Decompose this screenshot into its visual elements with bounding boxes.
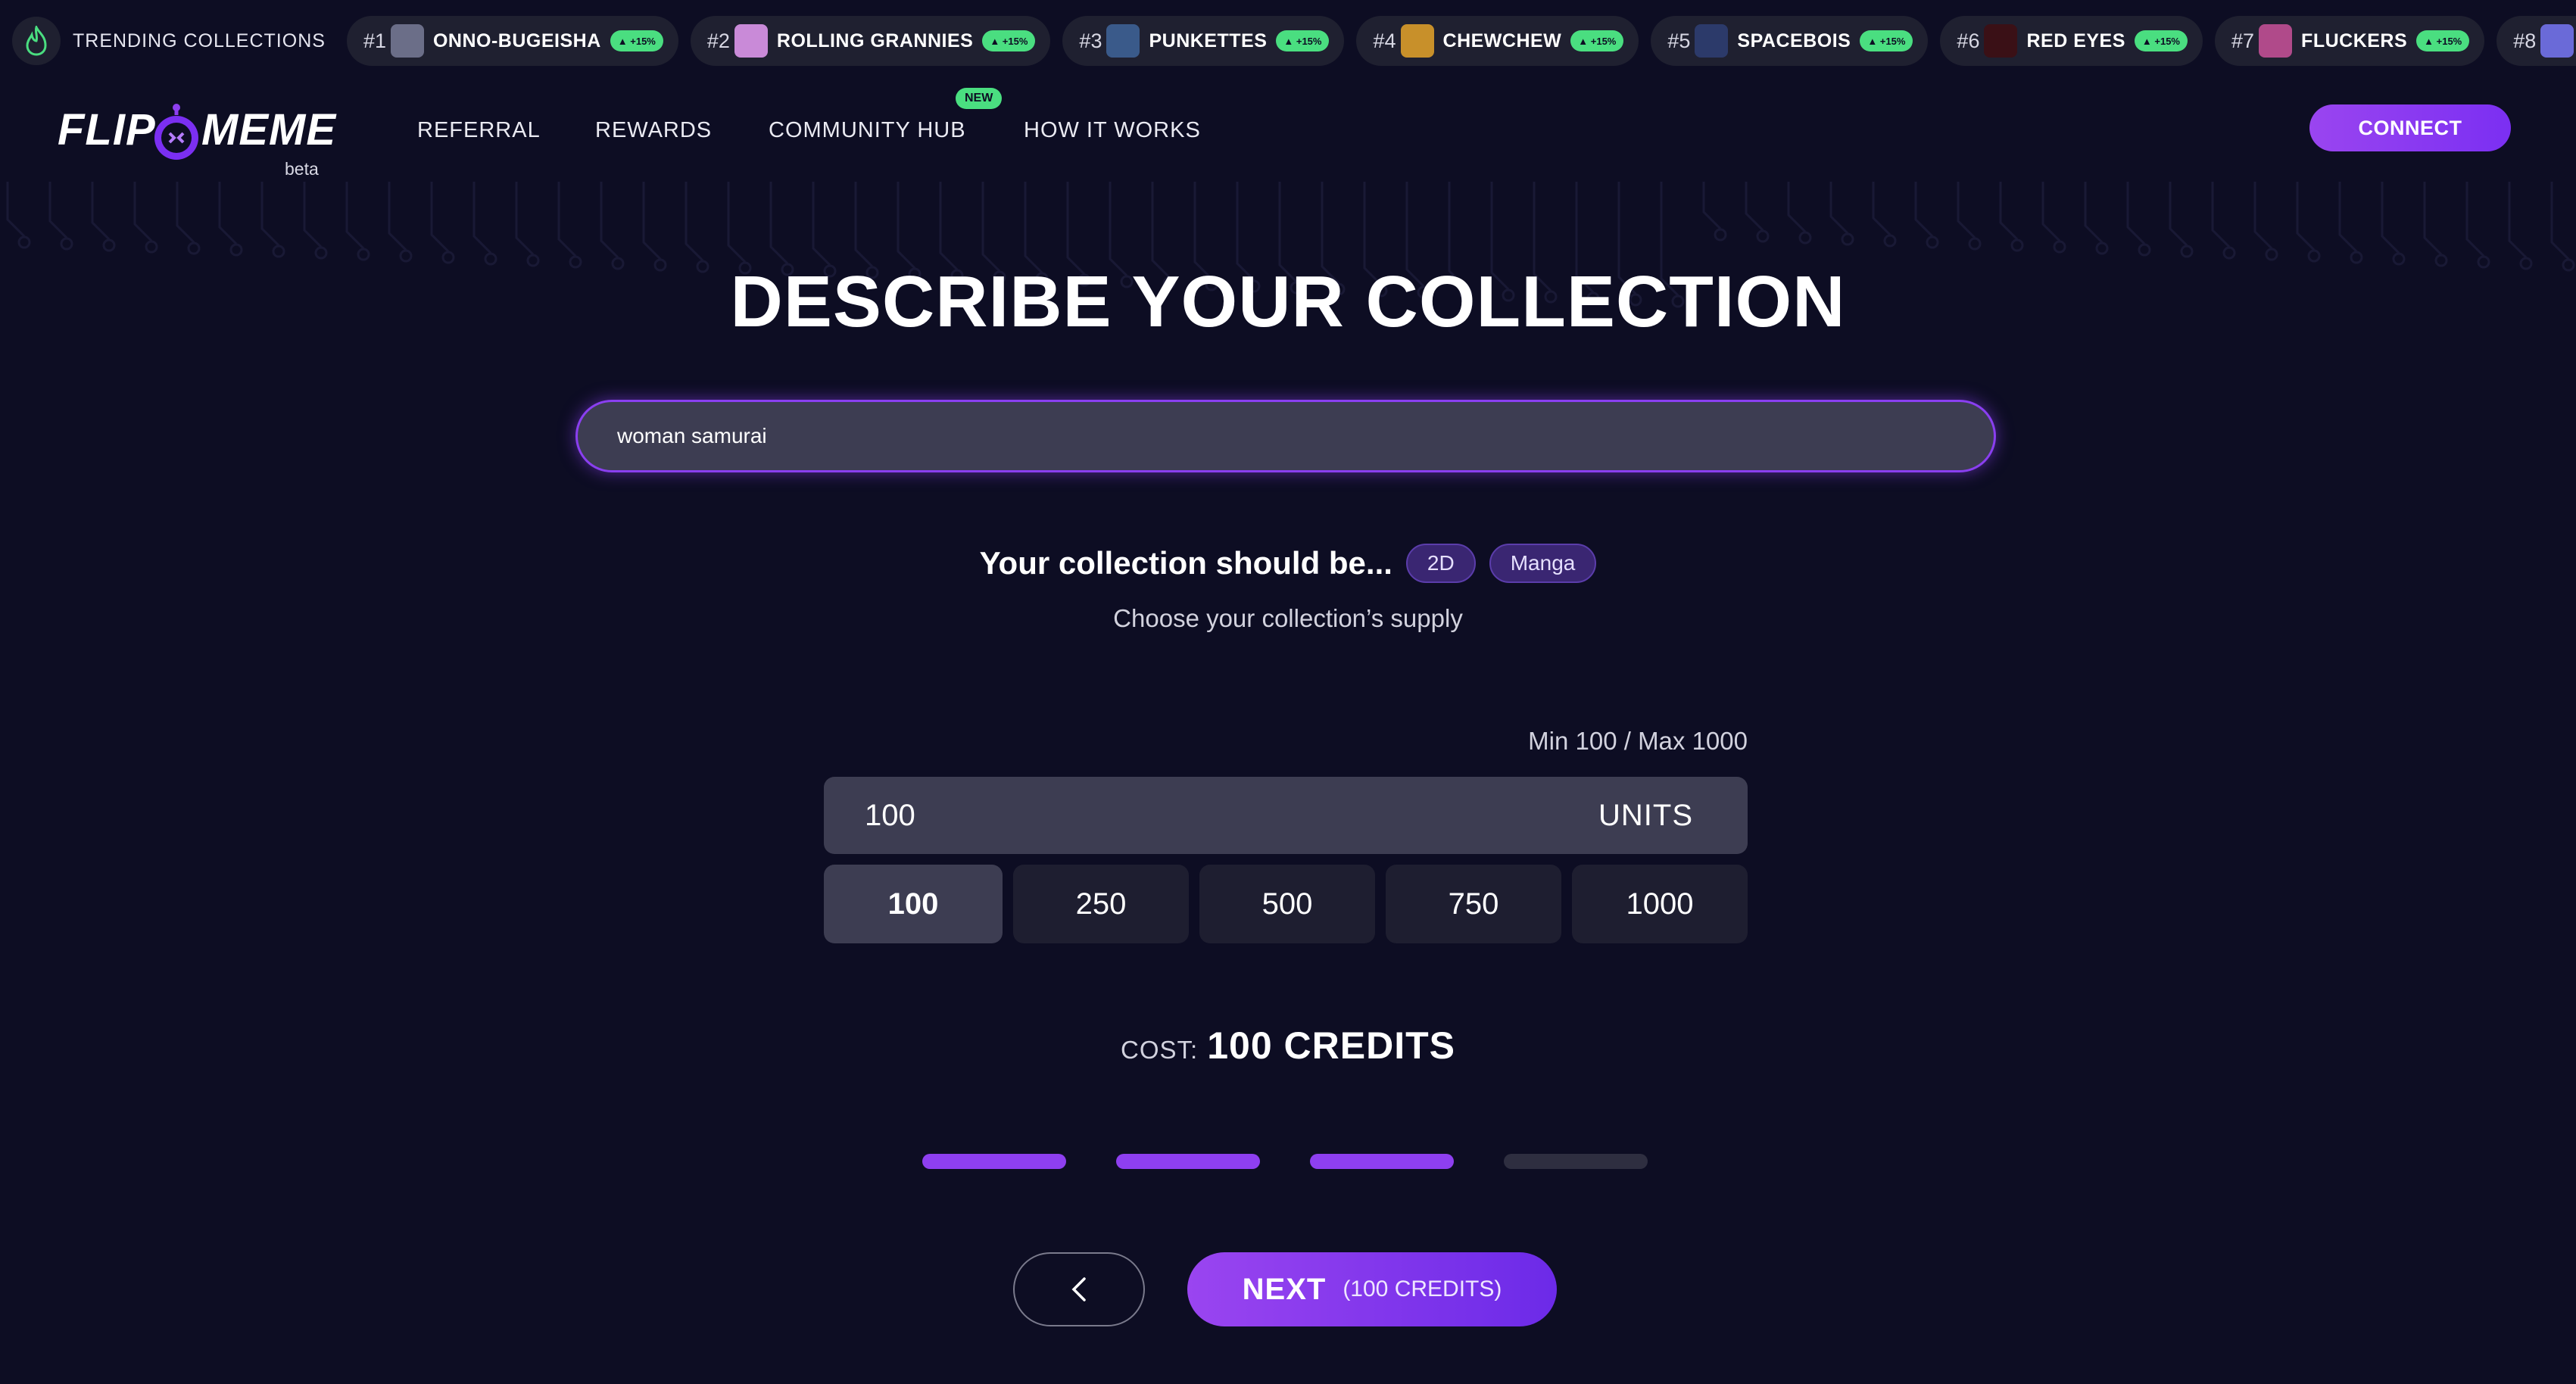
supply-option-100[interactable]: 100 [824,865,1003,943]
collection-thumbnail [1984,24,2018,58]
supply-option-750[interactable]: 750 [1386,865,1561,943]
trending-rank: #8 [2513,29,2537,52]
trending-bar: TRENDING COLLECTIONS #1 ONNO-BUGEISHA ▲ +1… [0,0,2576,82]
collection-thumbnail [2259,24,2293,58]
trending-item[interactable]: #2 ROLLING GRANNIES ▲ +15% [690,16,1051,66]
trending-rank: #7 [2231,29,2255,52]
nav-how-it-works[interactable]: HOW IT WORKS [1024,118,1201,143]
trending-name: SPACEBOIS [1737,30,1851,51]
flame-icon [12,17,61,65]
collection-style-row: Your collection should be... 2D Manga [0,544,2576,583]
supply-option-250[interactable]: 250 [1013,865,1189,943]
trending-item[interactable]: #6 RED EYES ▲ +15% [1940,16,2203,66]
supply-min-max: Min 100 / Max 1000 [1528,727,1748,755]
connect-button[interactable]: CONNECT [2309,104,2511,151]
step-indicator [1116,1154,1260,1169]
trending-name: ONNO-BUGEISHA [432,30,601,51]
collection-thumbnail [1106,24,1140,58]
trending-name: PUNKETTES [1149,30,1268,51]
step-indicator [1504,1154,1648,1169]
trending-name: CHEWCHEW [1442,30,1562,51]
trending-change-badge: ▲ +15% [1570,30,1624,51]
units-value: 100 [865,798,915,832]
trending-change-badge: ▲ +15% [610,30,663,51]
trending-item[interactable]: #1 ONNO-BUGEISHA ▲ +15% [346,16,678,66]
logo-text-left: FLIP [58,105,156,154]
trending-name: FLUCKERS [2301,30,2408,51]
collection-thumbnail [390,24,424,58]
supply-options: 100 250 500 750 1000 [824,865,1748,943]
collection-thumbnail [734,24,768,58]
style-tag-2d[interactable]: 2D [1405,544,1476,583]
trending-name: ROLLING GRANNIES [776,30,974,51]
trending-change-badge: ▲ +15% [982,30,1036,51]
nav-rewards[interactable]: REWARDS [595,118,712,143]
next-button[interactable]: NEXT (100 CREDITS) [1187,1252,1557,1326]
trending-rank: #2 [706,29,730,52]
trending-change-badge: ▲ +15% [1860,30,1913,51]
step-indicator [1310,1154,1454,1169]
trending-item[interactable]: #8SPAC [2496,16,2576,66]
flipmeme-logo[interactable]: FLIP MEME beta [58,104,335,179]
collection-description-input[interactable] [575,400,1996,472]
trending-rank: #3 [1079,29,1102,52]
step-indicator [922,1154,1066,1169]
collection-thumbnail [1695,24,1729,58]
collection-should-be-label: Your collection should be... [979,545,1392,581]
site-header: FLIP MEME beta REFERRAL REWARDS COMMUNIT… [0,83,2576,182]
trending-item[interactable]: #7 FLUCKERS ▲ +15% [2215,16,2485,66]
logo-text-right: MEME [201,105,336,154]
next-label: NEXT [1242,1272,1327,1306]
back-button[interactable] [1013,1252,1145,1326]
step-progress [922,1154,1648,1169]
style-tag-manga[interactable]: Manga [1489,544,1597,583]
supply-units-input[interactable]: 100 UNITS [824,777,1748,854]
trending-rank: #4 [1373,29,1396,52]
cost-label: COST: [1121,1036,1199,1064]
collection-thumbnail [1400,24,1434,58]
trending-rank: #1 [363,29,386,52]
supply-option-1000[interactable]: 1000 [1572,865,1748,943]
page-title: DESCRIBE YOUR COLLECTION [730,261,1846,342]
cost-value: 100 CREDITS [1207,1024,1455,1067]
robot-face-icon [154,104,198,160]
next-credits: (100 CREDITS) [1343,1276,1502,1301]
trending-list: #1 ONNO-BUGEISHA ▲ +15% #2 ROLLING GRANNIES ▲… [346,16,2576,66]
trending-title: TRENDING COLLECTIONS [73,30,326,51]
trending-change-badge: ▲ +15% [2416,30,2470,51]
trending-item[interactable]: #4 CHEWCHEW ▲ +15% [1356,16,1639,66]
new-badge: NEW [956,88,1003,109]
trending-change-badge: ▲ +15% [1276,30,1330,51]
trending-rank: #6 [1957,29,1980,52]
trending-item[interactable]: #5 SPACEBOIS ▲ +15% [1651,16,1929,66]
supply-option-500[interactable]: 500 [1199,865,1375,943]
collection-thumbnail [2540,24,2574,58]
units-label: UNITS [1598,798,1693,832]
trending-rank: #5 [1667,29,1691,52]
chevron-left-icon [1071,1277,1086,1301]
nav-community-hub[interactable]: COMMUNITY HUB [769,118,966,143]
trending-change-badge: ▲ +15% [2134,30,2188,51]
cost-row: COST: 100 CREDITS [0,1024,2576,1068]
trending-name: RED EYES [2026,30,2125,51]
nav-referral[interactable]: REFERRAL [417,118,541,143]
logo-beta-label: beta [285,159,319,179]
supply-label: Choose your collection’s supply [1113,604,1463,632]
trending-item[interactable]: #3 PUNKETTES ▲ +15% [1062,16,1345,66]
trending-header: TRENDING COLLECTIONS [12,12,326,70]
